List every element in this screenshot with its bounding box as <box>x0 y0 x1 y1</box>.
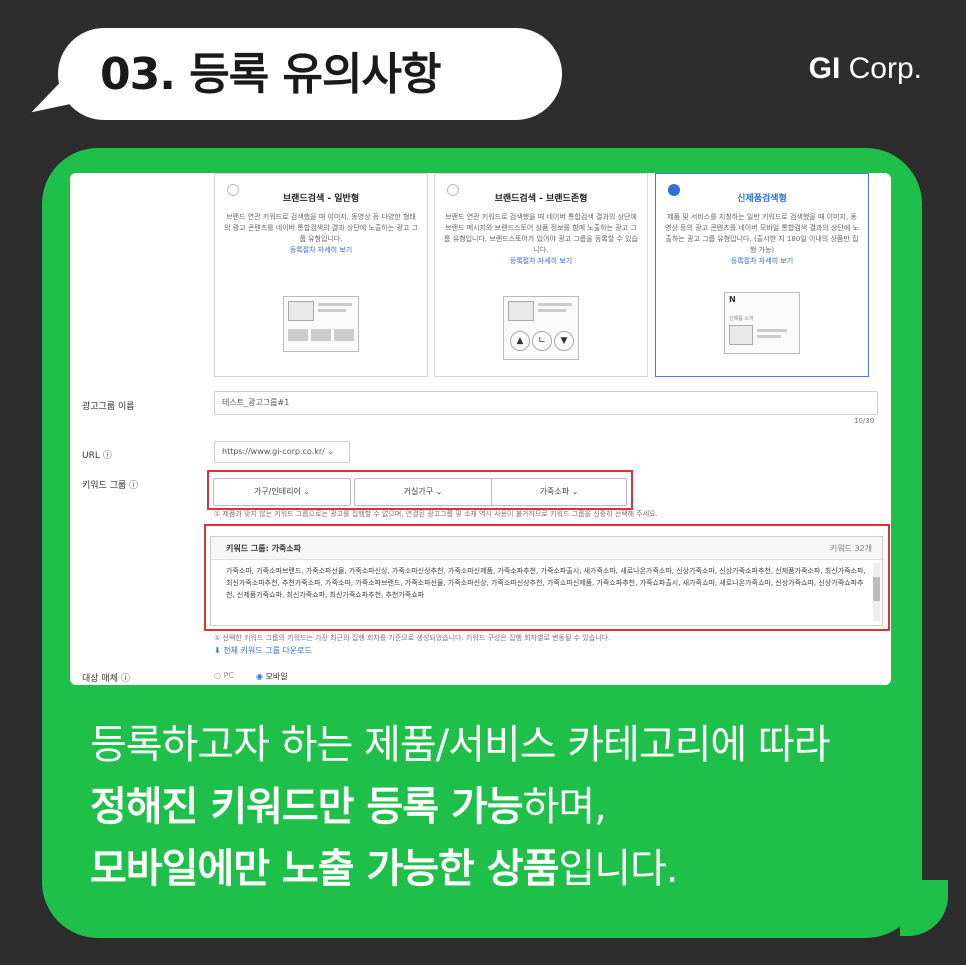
keyword-list-text: 가죽소파, 가죽소파브랜드, 가죽소파선물, 가죽소파신상, 가죽소파신상추천,… <box>226 567 866 599</box>
adgroup-name-input[interactable]: 테스트_광고그룹#1 <box>214 391 878 415</box>
card-title: 신제품검색형 <box>737 194 787 204</box>
scrollbar-thumb[interactable] <box>873 577 880 601</box>
layout-illustration: N 신제품 소개 <box>724 292 800 354</box>
help-icon[interactable]: ⓘ <box>121 674 130 684</box>
keyword-list-header: 키워드 그룹: 가죽소파 키워드 32개 <box>211 537 882 560</box>
caption-line-2: 정해진 키워드만 등록 가능하며, <box>90 784 607 830</box>
url-select[interactable]: https://www.gi-corp.co.kr/ ⌄ <box>214 441 350 463</box>
detail-link[interactable]: 등록절차 자세히 보기 <box>510 257 572 265</box>
help-icon[interactable]: ⓘ <box>103 451 112 461</box>
shirt-icon: ▼ <box>554 331 574 351</box>
ad-type-card-brand-basic[interactable]: 브랜드검색 - 일반형 브랜드 연관 키워드로 검색했을 때 이미지, 동영상 … <box>214 173 428 377</box>
detail-link[interactable]: 등록절차 자세히 보기 <box>731 257 793 265</box>
keyword-info-note: ① 선택한 키워드 그룹의 키워드는 가장 최근의 집행 회차를 기준으로 생성… <box>214 634 611 642</box>
ad-type-card-new-product[interactable]: 신제품검색형 제품 및 서비스를 지칭하는 일반 키워드로 검색했을 때 이미지… <box>655 173 869 377</box>
keyword-count: 키워드 32개 <box>829 544 872 553</box>
card-description: 브랜드 연관 키워드로 검색했을 때 네이버 통합검색 결과의 상단에 브랜드 … <box>444 213 638 265</box>
brand-logo: GI Corp. <box>808 52 922 85</box>
char-counter: 10/30 <box>854 417 875 425</box>
layout-illustration <box>283 296 359 352</box>
keyword-group-title: 키워드 그룹: 가죽소파 <box>226 544 302 553</box>
url-label: URL ⓘ <box>82 451 112 461</box>
keyword-warning-note: ① 제품과 맞지 않는 키워드 그룹으로는 광고를 집행할 수 없으며, 연결된… <box>214 510 658 518</box>
help-icon[interactable]: ⓘ <box>129 481 138 491</box>
chevron-down-icon: ⌄ <box>327 447 335 456</box>
download-keyword-link[interactable]: ⬇ 전체 키워드 그룹 다운로드 <box>214 645 312 656</box>
caption-line-1: 등록하고자 하는 제품/서비스 카테고리에 따라 <box>90 722 831 768</box>
radio-button[interactable]: ○ <box>214 671 221 680</box>
keyword-group-label: 키워드 그룹 ⓘ <box>82 481 139 491</box>
screenshot-panel: 브랜드검색 - 일반형 브랜드 연관 키워드로 검색했을 때 이미지, 동영상 … <box>70 173 891 685</box>
category-select-1[interactable]: 가구/인테리어 ⌄ <box>213 478 351 506</box>
category-select-3[interactable]: 가죽소파 ⌄ <box>491 478 627 506</box>
detail-link[interactable]: 등록절차 자세히 보기 <box>290 246 352 254</box>
download-icon: ⬇ <box>214 646 221 655</box>
illustration-caption: 신제품 소개 <box>729 316 754 322</box>
category-select-2[interactable]: 거실가구 ⌄ <box>354 478 492 506</box>
page-title: 03. 등록 유의사항 <box>100 49 441 100</box>
card-title: 브랜드검색 - 브랜드존형 <box>494 194 588 204</box>
card-description: 제품 및 서비스를 지칭하는 일반 키워드로 검색했을 때 이미지, 동영상 등… <box>665 213 859 265</box>
naver-n-icon: N <box>729 295 736 304</box>
bag-icon: ▲ <box>510 331 530 351</box>
adgroup-name-label: 광고그룹 이름 <box>82 402 135 412</box>
caption-line-3: 모바일에만 노출 가능한 상품입니다. <box>90 846 679 892</box>
media-option-pc[interactable]: ○ PC <box>214 671 234 680</box>
layout-illustration: ▲ ∟ ▼ <box>503 296 579 360</box>
radio-button-selected[interactable]: ◉ <box>256 672 263 681</box>
shoe-icon: ∟ <box>532 331 552 351</box>
ad-type-card-brand-zone[interactable]: 브랜드검색 - 브랜드존형 브랜드 연관 키워드로 검색했을 때 네이버 통합검… <box>434 173 648 377</box>
media-label: 대상 매체 ⓘ <box>82 674 130 684</box>
scrollbar[interactable] <box>873 563 880 621</box>
card-title: 브랜드검색 - 일반형 <box>282 194 360 204</box>
card-description: 브랜드 연관 키워드로 검색했을 때 이미지, 동영상 등 다양한 형태의 광고… <box>224 213 418 254</box>
media-option-mobile[interactable]: ◉ 모바일 <box>256 671 288 682</box>
keyword-list-box: 키워드 그룹: 가죽소파 키워드 32개 가죽소파, 가죽소파브랜드, 가죽소파… <box>210 536 883 626</box>
